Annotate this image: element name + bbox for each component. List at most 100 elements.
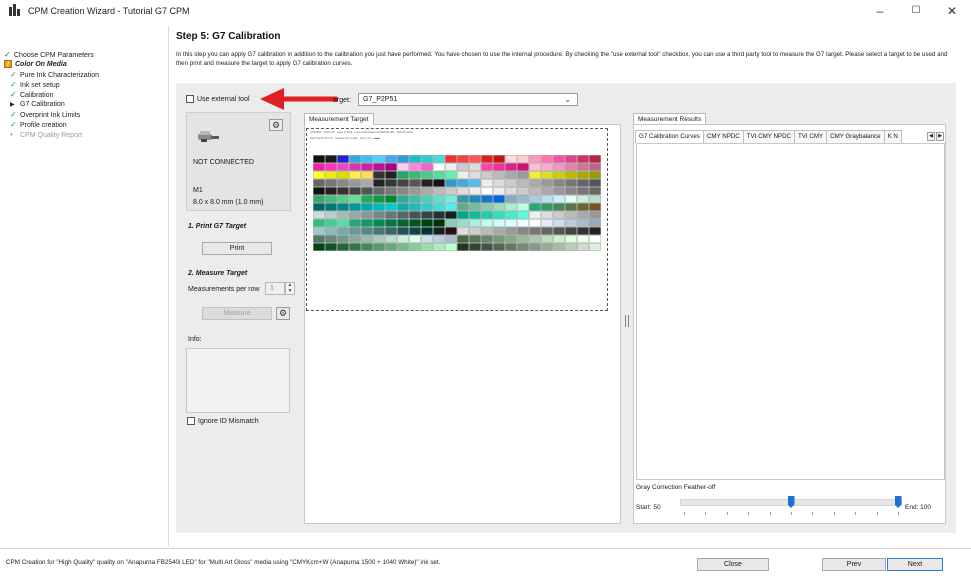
color-patch [493,171,505,179]
color-patch [529,219,541,227]
color-patch [469,219,481,227]
measure-button[interactable]: Measure [202,307,272,320]
device-settings-button[interactable]: ⚙ [269,119,283,131]
color-patch [505,163,517,171]
color-patch [553,171,565,179]
tab-scroll-left-icon[interactable]: ◀ [927,132,935,141]
minimize-button[interactable]: – [862,0,898,22]
step-item[interactable]: • CPM Quality Report [4,130,164,140]
color-patch [481,227,493,235]
color-patch [325,179,337,187]
color-patch [337,179,349,187]
color-patch [421,171,433,179]
color-patch [493,235,505,243]
color-patch [565,243,577,251]
measurements-per-row-stepper[interactable]: ▲ ▼ [285,282,295,295]
color-patch [577,243,589,251]
step-item[interactable]: ✓ Pure Ink Characterization [4,70,164,80]
measure-settings-button[interactable]: ⚙ [276,307,290,320]
checkbox-box[interactable] [186,95,194,103]
title-bar: CPM Creation Wizard - Tutorial G7 CPM – … [0,0,971,22]
color-patch [313,219,325,227]
check-icon: ✓ [10,120,17,129]
feather-start-label: Start: 50 [636,504,661,511]
step-label: Overprint Ink Limits [20,112,81,119]
step-item[interactable]: ✓ Ink set setup [4,80,164,90]
color-patch [577,235,589,243]
prev-button[interactable]: Prev [822,558,886,571]
step-item[interactable]: ✓ Profile creation [4,120,164,130]
maximize-button[interactable]: ☐ [898,0,934,22]
tab-results-3[interactable]: TVI CMY [794,130,828,143]
color-patch [445,211,457,219]
close-button[interactable]: Close [697,558,769,571]
color-patch [385,171,397,179]
gray-correction-feather-label: Gray Correction Feather-off [636,484,716,491]
tab-results-1[interactable]: CMY NPDC [702,130,744,143]
color-patch [445,243,457,251]
color-patch [313,235,325,243]
measurements-per-row-label: Measurements per row [188,286,260,293]
color-patch [481,179,493,187]
checkbox-box[interactable] [187,417,195,425]
color-patch [433,163,445,171]
slider-tick [812,512,814,515]
tab-measurement-target[interactable]: Measurement Target [304,113,374,125]
target-header-line: G7/P2P51 · CMYK+W · target id 2041 · pri… [310,132,414,134]
color-patch [457,171,469,179]
color-patch [529,211,541,219]
step-item[interactable]: ✓ Choose CPM Parameters [4,50,164,60]
tab-scroll-right-icon[interactable]: ▶ [936,132,944,141]
color-patch [421,235,433,243]
ignore-id-mismatch-checkbox[interactable]: Ignore ID Mismatch [187,417,259,425]
color-patch [529,155,541,163]
use-external-tool-label: Use external tool [197,95,250,103]
tab-results-5[interactable]: K N [883,130,902,143]
color-patch [493,211,505,219]
color-patch [577,179,589,187]
color-patch [385,179,397,187]
color-patch [445,163,457,171]
color-patch [445,195,457,203]
color-patch [361,211,373,219]
color-patch [409,203,421,211]
color-patch [325,163,337,171]
color-patch [433,219,445,227]
step-item[interactable]: ! Color On Media [4,60,164,70]
color-patch [469,171,481,179]
next-button[interactable]: Next [887,558,943,571]
slider-tick [769,512,771,515]
close-window-button[interactable]: ✕ [934,0,970,22]
use-external-tool-checkbox[interactable]: Use external tool [186,95,250,103]
color-patch [493,187,505,195]
step-label: G7 Calibration [20,101,65,108]
target-select[interactable]: G7_P2P51 ⌄ [358,93,578,106]
color-patch [493,203,505,211]
print-button[interactable]: Print [202,242,272,255]
step-item[interactable]: ▶ G7 Calibration [4,100,164,110]
color-patch [397,179,409,187]
color-patch [589,195,601,203]
color-patch [349,179,361,187]
color-patch [349,219,361,227]
color-patch [457,243,469,251]
tab-results-2[interactable]: TVI CMY NPDC [742,130,795,143]
measurements-per-row-input[interactable]: 1 [265,282,285,295]
color-patch [421,211,433,219]
step-item[interactable]: ✓ Overprint Ink Limits [4,110,164,120]
slider-tick [791,512,792,515]
color-patch [577,211,589,219]
panel-splitter[interactable] [625,315,629,327]
color-patch [325,187,337,195]
tab-results-4[interactable]: CMY Graybalance [826,130,885,143]
color-patch [505,211,517,219]
color-patch [469,195,481,203]
color-patch [337,235,349,243]
slider-tick [898,512,899,515]
color-patch [397,211,409,219]
tab-results-0[interactable]: G7 Calibration Curves [635,130,704,143]
color-patch [313,243,325,251]
color-patch [373,171,385,179]
color-patch [325,243,337,251]
step-item[interactable]: ✓ Calibration [4,90,164,100]
